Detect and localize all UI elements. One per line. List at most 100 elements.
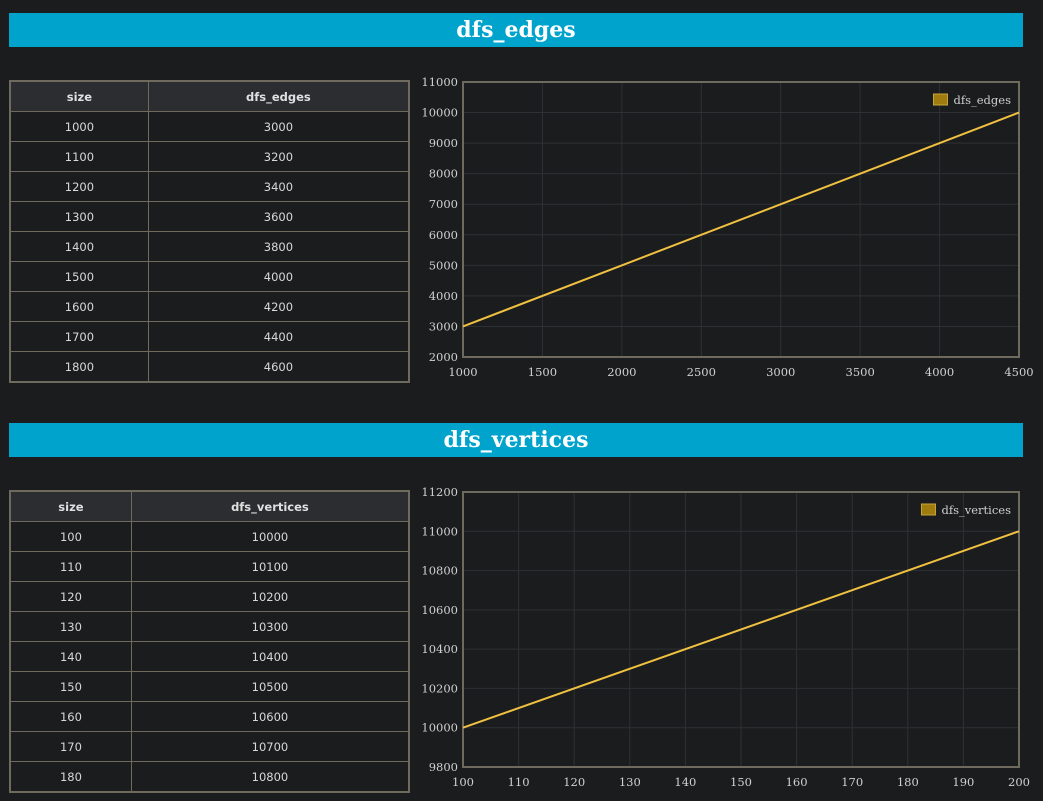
table-cell: 170 [9,731,132,762]
line-chart: 1000 1500 2000 2500 3000 3500 4000 4500 2000 3000… [421,75,1033,379]
table-cell: 1700 [9,321,149,352]
y-tick-label: 3000 [429,319,458,333]
table-row: 1400 3800 [9,231,410,262]
y-tick-label: 6000 [429,228,458,242]
x-tick-label: 170 [841,775,863,789]
column-header: dfs_edges [147,80,410,112]
column-header: size [9,80,149,112]
table-cell: 120 [9,581,132,612]
table-cell: 3600 [147,201,410,232]
y-tick-label: 11000 [421,524,458,538]
table-cell: 140 [9,641,132,672]
table-row: 1200 3400 [9,171,410,202]
table-cell: 10300 [130,611,410,642]
table-cell: 4400 [147,321,410,352]
x-tick-label: 1000 [448,365,477,379]
table-row: 1800 4600 [9,351,410,383]
y-tick-label: 10400 [421,642,458,656]
table-row: 1600 4200 [9,291,410,322]
table-cell: 1600 [9,291,149,322]
y-tick-label: 10000 [421,106,458,120]
table-row: 120 10200 [9,581,410,612]
x-tick-label: 4500 [1004,365,1033,379]
table-cell: 10200 [130,581,410,612]
y-tick-label: 10800 [421,564,458,578]
x-tick-label: 150 [730,775,752,789]
table-row: 110 10100 [9,551,410,582]
table-cell: 4200 [147,291,410,322]
table-cell: 10600 [130,701,410,732]
y-tick-label: 10000 [421,721,458,735]
table-cell: 10400 [130,641,410,672]
table-row: 100 10000 [9,521,410,552]
x-tick-label: 110 [508,775,530,789]
x-tick-label: 3500 [846,365,875,379]
table-cell: 3800 [147,231,410,262]
chart-legend: dfs_vertices [920,503,1011,517]
table-cell: 110 [9,551,132,582]
y-tick-label: 10600 [421,603,458,617]
x-tick-label: 190 [952,775,974,789]
table-cell: 10800 [130,761,410,793]
table-row: 1300 3600 [9,201,410,232]
section-title: dfs_vertices [9,423,1023,457]
x-tick-label: 160 [786,775,808,789]
legend-swatch [920,503,936,516]
chart-legend: dfs_edges [932,93,1011,107]
column-header: dfs_vertices [130,490,410,522]
table-cell: 10700 [130,731,410,762]
x-tick-label: 130 [619,775,641,789]
legend-label: dfs_edges [953,93,1011,107]
y-tick-label: 11000 [421,75,458,89]
table-row: 1500 4000 [9,261,410,292]
table-header-row: size dfs_vertices [9,490,410,522]
table-row: 1000 3000 [9,111,410,142]
table-cell: 160 [9,701,132,732]
x-tick-label: 4000 [925,365,954,379]
x-tick-label: 2500 [687,365,716,379]
table-cell: 1100 [9,141,149,172]
data-table: size dfs_vertices 100 10000 110 10100 120 1… [9,490,410,793]
table-row: 170 10700 [9,731,410,762]
table-row: 130 10300 [9,611,410,642]
y-tick-label: 2000 [429,350,458,364]
table-cell: 1400 [9,231,149,262]
table-cell: 10000 [130,521,410,552]
x-tick-label: 200 [1008,775,1030,789]
column-header: size [9,490,132,522]
legend-label: dfs_vertices [941,503,1011,517]
table-row: 160 10600 [9,701,410,732]
x-tick-label: 100 [452,775,474,789]
y-tick-label: 10200 [421,681,458,695]
table-row: 150 10500 [9,671,410,702]
table-row: 140 10400 [9,641,410,672]
y-tick-label: 5000 [429,258,458,272]
y-tick-label: 4000 [429,289,458,303]
table-cell: 10100 [130,551,410,582]
table-cell: 1200 [9,171,149,202]
table-header-row: size dfs_edges [9,80,410,112]
table-cell: 1800 [9,351,149,383]
table-cell: 4600 [147,351,410,383]
table-cell: 4000 [147,261,410,292]
y-tick-label: 9000 [429,136,458,150]
y-tick-label: 8000 [429,167,458,181]
x-tick-label: 3000 [766,365,795,379]
y-tick-label: 7000 [429,197,458,211]
x-tick-label: 180 [897,775,919,789]
x-tick-label: 140 [674,775,696,789]
table-cell: 3000 [147,111,410,142]
x-tick-label: 120 [563,775,585,789]
table-cell: 180 [9,761,132,793]
y-tick-label: 11200 [421,485,458,499]
y-tick-label: 9800 [429,760,458,774]
table-cell: 3400 [147,171,410,202]
table-cell: 1300 [9,201,149,232]
x-tick-label: 2000 [607,365,636,379]
table-cell: 100 [9,521,132,552]
section-title: dfs_edges [9,13,1023,47]
table-row: 1100 3200 [9,141,410,172]
line-chart: 100 110 120 130 140 150 160 170 180 190 200 9800 100… [421,485,1030,789]
legend-swatch [932,93,948,106]
table-row: 1700 4400 [9,321,410,352]
